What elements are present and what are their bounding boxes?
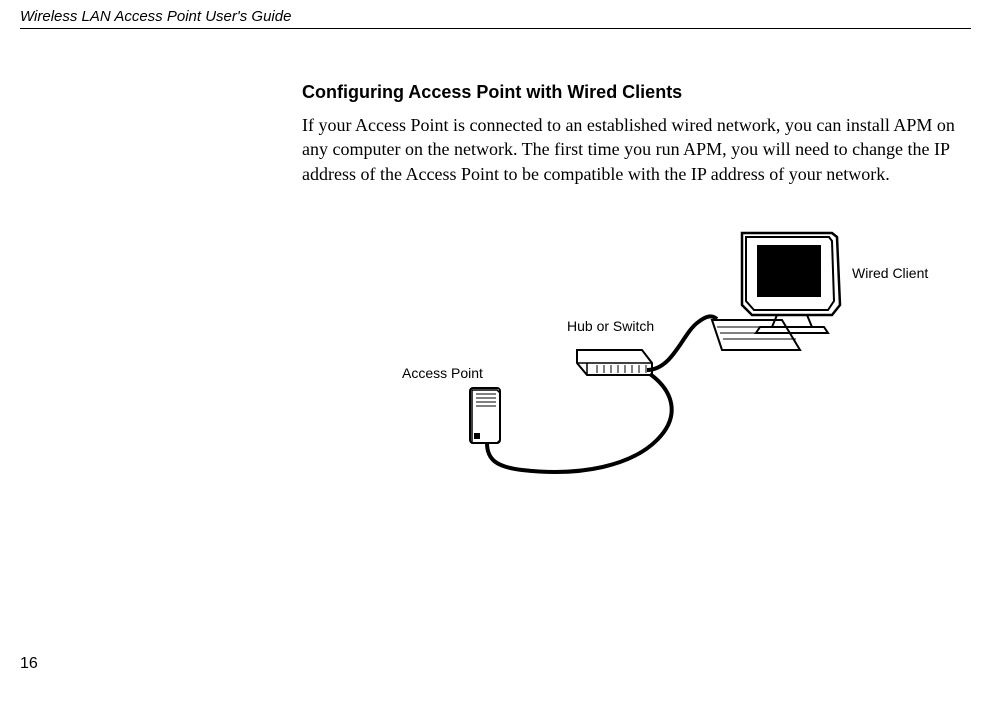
access-point-label: Access Point	[402, 365, 483, 381]
cable-hub-to-client	[647, 316, 717, 370]
section-heading: Configuring Access Point with Wired Clie…	[302, 82, 971, 103]
section-body-text: If your Access Point is connected to an …	[302, 113, 971, 186]
diagram-svg	[302, 215, 952, 495]
page-header: Wireless LAN Access Point User's Guide	[20, 8, 971, 29]
access-point-icon	[470, 388, 500, 443]
wired-client-label: Wired Client	[852, 265, 928, 281]
content-area: Configuring Access Point with Wired Clie…	[302, 82, 971, 186]
hub-switch-label: Hub or Switch	[567, 318, 654, 334]
page-number: 16	[20, 655, 38, 673]
cable-ap-to-hub	[487, 374, 672, 472]
hub-switch-icon	[577, 350, 652, 375]
computer-monitor-icon	[712, 233, 840, 350]
document-title: Wireless LAN Access Point User's Guide	[20, 8, 291, 25]
network-diagram: Access Point Hub or Switch Wired Client	[302, 215, 952, 495]
